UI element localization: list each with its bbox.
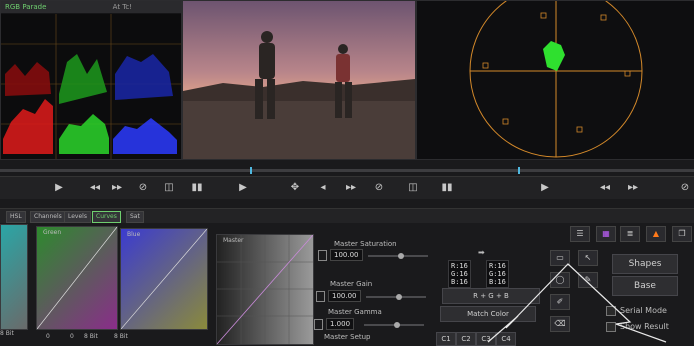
tab-hsl[interactable]: HSL xyxy=(6,211,26,223)
reset-gain-icon[interactable] xyxy=(316,291,325,302)
reset-saturation-icon[interactable] xyxy=(318,250,327,261)
overlay-arrow-shape xyxy=(487,263,667,343)
parade-waveforms xyxy=(1,14,181,159)
bit-label-b: 8 Bit xyxy=(84,333,98,340)
c1-button[interactable]: C1 xyxy=(436,332,456,346)
bypass-icon-2[interactable]: ⊘ xyxy=(372,181,386,195)
curve-master[interactable]: Master xyxy=(216,234,314,345)
readout-left: R:16 G:16 B:16 xyxy=(448,260,471,288)
parade-tab[interactable]: RGB Parade xyxy=(5,3,46,11)
master-setup-label: Master Setup xyxy=(324,333,371,341)
tab-channels[interactable]: Channels xyxy=(30,211,66,223)
compare-icon[interactable]: ▮▮ xyxy=(190,181,204,195)
saturation-slider[interactable] xyxy=(368,253,428,259)
playhead-marker-2 xyxy=(518,167,520,174)
parade-tabbar: RGB Parade At Tc! xyxy=(1,1,181,13)
blue-curve-line xyxy=(121,229,207,329)
next-frame-icon[interactable]: ▸▸ xyxy=(344,181,358,195)
move-icon[interactable]: ✥ xyxy=(288,181,302,195)
palette-tab-row: HSL Channels Levels Curves Sat xyxy=(0,208,694,223)
bypass-icon-3[interactable]: ⊘ xyxy=(678,181,692,195)
green-curve-line xyxy=(37,227,117,329)
master-curve-line xyxy=(217,235,313,344)
viewer-frame-image xyxy=(183,1,415,159)
forward-icon[interactable]: ▸▸ xyxy=(110,181,124,195)
master-gain-label: Master Gain xyxy=(330,280,373,288)
compare-icon-2[interactable]: ▮▮ xyxy=(440,181,454,195)
rewind-icon-2[interactable]: ◂◂ xyxy=(598,181,612,195)
split-icon-2[interactable]: ◫ xyxy=(406,181,420,195)
vectorscope-trace xyxy=(543,41,565,71)
copy-icon[interactable]: ❐ xyxy=(672,226,692,242)
vectorscope-graph xyxy=(469,0,643,158)
bit-label-a: 8 Bit xyxy=(0,330,14,337)
blue-waveform xyxy=(113,54,177,154)
master-saturation-label: Master Saturation xyxy=(334,240,397,248)
gain-slider[interactable] xyxy=(366,294,426,300)
timeline-scrubber[interactable] xyxy=(0,167,694,174)
warning-icon[interactable]: ▲ xyxy=(646,226,666,242)
reset-gamma-icon[interactable] xyxy=(314,319,323,330)
master-gamma-value[interactable]: 1.000 xyxy=(326,318,355,330)
green-waveform xyxy=(59,54,109,154)
rgb-parade-panel: RGB Parade At Tc! xyxy=(0,0,182,160)
curve-cyan[interactable] xyxy=(0,224,28,330)
prev-frame-icon[interactable]: ◂ xyxy=(316,181,330,195)
play-icon-2[interactable]: ▶ xyxy=(236,181,250,195)
link-arrow-icon: ➡ xyxy=(478,248,485,257)
list-icon[interactable]: ≣ xyxy=(620,226,640,242)
zero-label-b: 0 xyxy=(70,333,74,340)
gamma-slider[interactable] xyxy=(364,322,424,328)
tab-curves[interactable]: Curves xyxy=(92,211,121,223)
tab-sat[interactable]: Sat xyxy=(126,211,144,223)
second-tab[interactable]: At Tc! xyxy=(113,3,132,11)
master-gamma-label: Master Gamma xyxy=(328,308,382,316)
zero-label-a: 0 xyxy=(46,333,50,340)
bypass-icon[interactable]: ⊘ xyxy=(136,181,150,195)
parade-graph xyxy=(1,14,181,159)
vectorscope-panel xyxy=(416,0,694,160)
forward-icon-2[interactable]: ▸▸ xyxy=(626,181,640,195)
c2-button[interactable]: C2 xyxy=(456,332,476,346)
rewind-icon[interactable]: ◂◂ xyxy=(88,181,102,195)
curve-blue[interactable]: Blue xyxy=(120,228,208,330)
sliders-icon[interactable]: ☰ xyxy=(570,226,590,242)
playhead-marker xyxy=(250,167,252,174)
split-icon[interactable]: ◫ xyxy=(162,181,176,195)
bit-label-c: 8 Bit xyxy=(114,333,128,340)
color-picker-icon[interactable]: ▦ xyxy=(596,226,616,242)
master-gain-value[interactable]: 100.00 xyxy=(328,290,361,302)
play-icon[interactable]: ▶ xyxy=(52,181,66,195)
transport-bar: ▶ ◂◂ ▸▸ ⊘ ◫ ▮▮ ▶ ✥ ◂ ▸▸ ⊘ ◫ ▮▮ ▶ ◂◂ ▸▸ ⊘ xyxy=(0,167,694,199)
curve-green[interactable]: Green xyxy=(36,226,118,330)
red-waveform xyxy=(3,62,53,154)
master-controls: Master Saturation 100.00 Master Gain 100… xyxy=(312,236,442,343)
video-viewer xyxy=(182,0,416,160)
play-icon-3[interactable]: ▶ xyxy=(538,181,552,195)
master-saturation-value[interactable]: 100.00 xyxy=(330,249,363,261)
tab-levels[interactable]: Levels xyxy=(64,211,91,223)
